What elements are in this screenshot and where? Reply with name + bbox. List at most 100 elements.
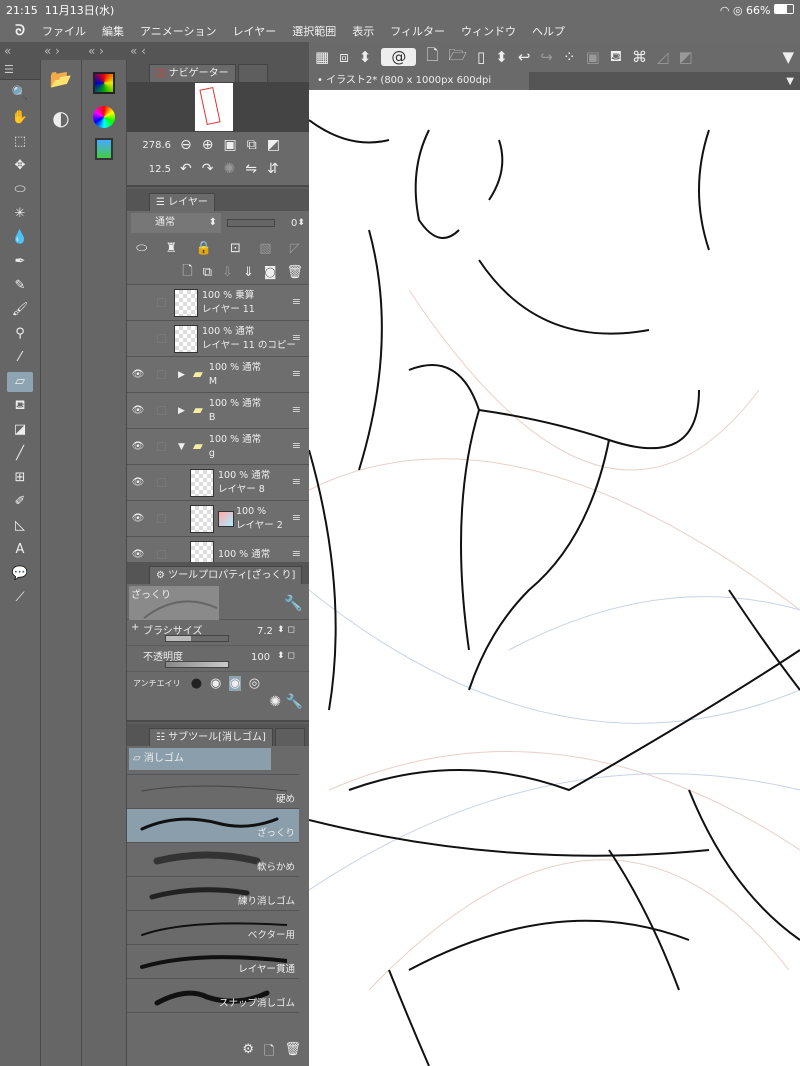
layer-select-checkbox[interactable] bbox=[157, 550, 166, 559]
menu-selection[interactable]: 選択範囲 bbox=[292, 23, 336, 39]
flip-horizontal-icon[interactable]: ⧉ bbox=[247, 137, 257, 153]
document-tab[interactable]: • イラスト2* (800 x 1000px 600dpi 278.6%) bbox=[309, 72, 529, 104]
subtool-item[interactable]: スナップ消しゴム bbox=[127, 979, 299, 1013]
eye-icon[interactable]: 👁 bbox=[127, 477, 149, 488]
menu-window[interactable]: ウィンドウ bbox=[461, 23, 516, 39]
subtool-item[interactable]: 軟らかめ bbox=[127, 843, 299, 877]
eye-icon[interactable]: 👁 bbox=[127, 441, 149, 452]
layer-menu-icon[interactable]: ≡ bbox=[292, 547, 301, 560]
menu-layer[interactable]: レイヤー bbox=[233, 23, 277, 39]
save-icon[interactable]: ▯ bbox=[477, 48, 485, 66]
layer-row[interactable]: 👁 ▶ ▰ 100 % 通常 B ≡ bbox=[127, 393, 309, 429]
lock-transparency-icon[interactable]: ⊡ bbox=[230, 241, 241, 256]
hand-tool-icon[interactable]: ✋ bbox=[7, 108, 33, 128]
layer-row[interactable]: 👁 ▶ ▰ 100 % 通常 M ≡ bbox=[127, 357, 309, 393]
fill-tool-icon[interactable]: ⛾ bbox=[7, 396, 33, 416]
blend-mode-select[interactable]: 通常 ⬍ bbox=[131, 213, 221, 233]
more-icon[interactable]: ▼ bbox=[782, 48, 794, 66]
layer-list[interactable]: 100 % 乗算 レイヤー 11 ≡ 100 % 通常 レイヤー 11 のコピー ≡ 👁 ▶ ▰… bbox=[127, 285, 309, 573]
ruler-tool-icon[interactable]: ◺ bbox=[7, 516, 33, 536]
tab-navigator[interactable]: ◫ ナビゲーター bbox=[149, 64, 236, 82]
fill-selection-icon[interactable]: ⛾ bbox=[610, 47, 622, 67]
new-folder-icon[interactable]: ⧉ bbox=[203, 265, 212, 280]
selection-tool-icon[interactable]: ⬭ bbox=[7, 180, 33, 200]
flip-canvas-h-icon[interactable]: ⇋ bbox=[245, 161, 257, 177]
layer-mask-icon[interactable]: ◙ bbox=[264, 265, 277, 280]
folder-icon[interactable]: 📂 bbox=[48, 70, 74, 90]
mask-icon[interactable]: ▧ bbox=[259, 241, 271, 256]
layer-row[interactable]: 👁 100 % 通常 レイヤー 8 ≡ bbox=[127, 465, 309, 501]
redo-icon[interactable]: ↪ bbox=[540, 48, 553, 66]
move-layer-tool-icon[interactable]: ✥ bbox=[7, 156, 33, 176]
settings-icon[interactable]: 🔧 bbox=[286, 694, 303, 710]
opacity-stepper[interactable]: ⬍ ◻ bbox=[277, 651, 295, 661]
ruler-snap-icon[interactable]: ◿ bbox=[657, 48, 669, 66]
new-file-icon[interactable]: 🗋 bbox=[426, 45, 438, 70]
transfer-down-icon[interactable]: ⇩ bbox=[222, 265, 233, 280]
layer-row[interactable]: 👁 ▼ ▰ 100 % 通常 g ≡ bbox=[127, 429, 309, 465]
stepper-icon[interactable]: ⬍ bbox=[359, 48, 372, 66]
stepper-icon[interactable]: ⬍ bbox=[495, 48, 508, 66]
antialias-weak[interactable]: ◉ bbox=[210, 676, 221, 691]
reset-rotation-icon[interactable]: ✺ bbox=[223, 161, 235, 177]
text-tool-icon[interactable]: A bbox=[7, 540, 33, 560]
merge-down-icon[interactable]: ⇓ bbox=[243, 265, 254, 280]
layer-menu-icon[interactable]: ≡ bbox=[292, 439, 301, 452]
magic-wand-tool-icon[interactable]: ✳ bbox=[7, 204, 33, 224]
layer-menu-icon[interactable]: ≡ bbox=[292, 367, 301, 380]
drawing-canvas[interactable] bbox=[309, 90, 800, 1066]
color-wheel-icon[interactable] bbox=[93, 106, 115, 128]
antialias-strong[interactable]: ◎ bbox=[249, 676, 260, 691]
eye-icon[interactable]: 👁 bbox=[127, 405, 149, 416]
flip-vertical-icon[interactable]: ◩ bbox=[267, 137, 280, 153]
color-set-icon[interactable] bbox=[93, 72, 115, 94]
layer-row[interactable]: 100 % 通常 レイヤー 11 のコピー ≡ bbox=[127, 321, 309, 357]
zoom-in-icon[interactable]: ⊕ bbox=[202, 137, 214, 153]
layer-select-checkbox[interactable] bbox=[157, 406, 166, 415]
delete-subtool-icon[interactable]: 🗑 bbox=[284, 1042, 301, 1064]
pen-tool-icon[interactable]: ✒ bbox=[7, 252, 33, 272]
eraser-tool-icon[interactable]: ▱ bbox=[7, 372, 33, 392]
brush-size-slider[interactable] bbox=[165, 635, 229, 642]
open-file-icon[interactable]: 🗁 bbox=[448, 45, 467, 70]
subtool-item[interactable]: 硬め bbox=[127, 775, 299, 809]
gradient-tool-icon[interactable]: ◪ bbox=[7, 420, 33, 440]
brush-tool-icon[interactable]: 🖌 bbox=[7, 300, 33, 320]
operation-tool-icon[interactable]: ⬚ bbox=[7, 132, 33, 152]
collapse-left-icon[interactable]: « › bbox=[88, 42, 104, 60]
transform-icon[interactable]: ⌘ bbox=[632, 48, 647, 66]
menu-help[interactable]: ヘルプ bbox=[532, 23, 565, 39]
crop-icon[interactable]: ▣ bbox=[586, 48, 600, 66]
deselect-icon[interactable]: ⁘ bbox=[563, 48, 576, 66]
layer-opacity-slider[interactable] bbox=[227, 219, 275, 227]
menu-animation[interactable]: アニメーション bbox=[140, 23, 217, 39]
delete-layer-icon[interactable]: 🗑 bbox=[286, 265, 303, 280]
collapse-left-icon[interactable]: « bbox=[4, 42, 11, 60]
subtool-item[interactable]: ベクター用 bbox=[127, 911, 299, 945]
layer-select-checkbox[interactable] bbox=[157, 478, 166, 487]
subtool-settings-icon[interactable]: ⚙ bbox=[242, 1042, 254, 1064]
layer-menu-icon[interactable]: ≡ bbox=[292, 475, 301, 488]
flip-canvas-v-icon[interactable]: ⇵ bbox=[267, 161, 279, 177]
new-layer-icon[interactable]: 🗋 bbox=[182, 262, 192, 284]
layer-select-checkbox[interactable] bbox=[157, 442, 166, 451]
animation-timeline-icon[interactable] bbox=[95, 138, 113, 160]
layer-row[interactable]: 100 % 乗算 レイヤー 11 ≡ bbox=[127, 285, 309, 321]
spiral-icon[interactable]: @ bbox=[381, 48, 417, 66]
layer-menu-icon[interactable]: ≡ bbox=[292, 403, 301, 416]
subtool-item[interactable]: 練り消しゴム bbox=[127, 877, 299, 911]
layer-menu-icon[interactable]: ≡ bbox=[292, 511, 301, 524]
airbrush-tool-icon[interactable]: ⚲ bbox=[7, 324, 33, 344]
opacity-slider[interactable] bbox=[165, 661, 229, 668]
tab-dropdown-icon[interactable]: ▼ bbox=[786, 76, 794, 87]
layer-menu-icon[interactable]: ≡ bbox=[292, 295, 301, 308]
tab-sub-view[interactable] bbox=[237, 64, 268, 82]
reset-icon[interactable]: ✺ bbox=[269, 694, 281, 710]
collapse-left-icon[interactable]: « › bbox=[44, 42, 60, 60]
correct-line-tool-icon[interactable]: ✐ bbox=[7, 492, 33, 512]
copy-subtool-icon[interactable]: 🗋 bbox=[264, 1042, 274, 1064]
layer-select-checkbox[interactable] bbox=[157, 514, 166, 523]
ruler-layer-icon[interactable]: ◸ bbox=[290, 241, 300, 256]
subtool-item[interactable]: ざっくり bbox=[127, 809, 299, 843]
layer-select-checkbox[interactable] bbox=[157, 370, 166, 379]
